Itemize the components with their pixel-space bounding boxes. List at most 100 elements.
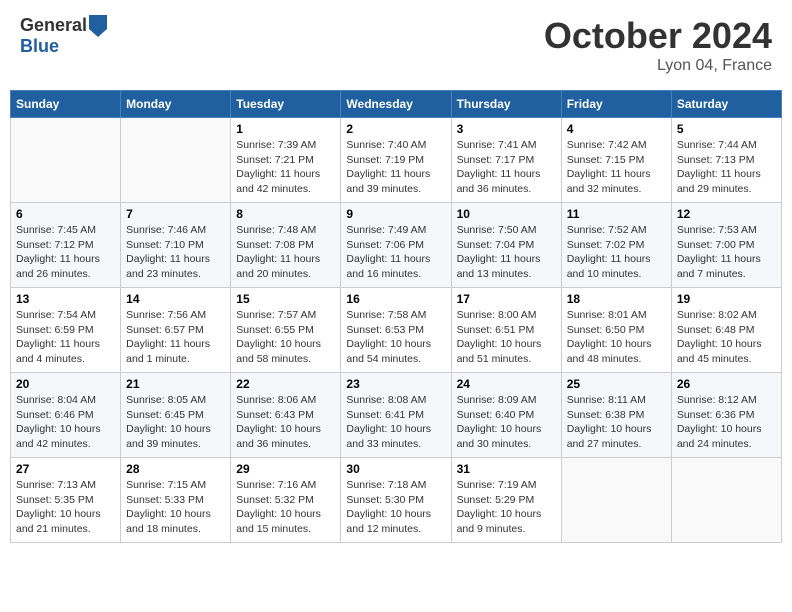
calendar-cell: 19Sunrise: 8:02 AM Sunset: 6:48 PM Dayli… — [671, 288, 781, 373]
calendar-cell: 15Sunrise: 7:57 AM Sunset: 6:55 PM Dayli… — [231, 288, 341, 373]
calendar-cell: 26 Sunrise: 8:12 AM Sunset: 6:36 PM Dayli… — [671, 373, 781, 458]
calendar-table: SundayMondayTuesdayWednesdayThursdayFrid… — [10, 90, 782, 543]
day-info: Sunrise: 7:56 AM Sunset: 6:57 PM Dayligh… — [126, 308, 225, 367]
calendar-cell: 6 Sunrise: 7:45 AM Sunset: 7:12 PM Daylig… — [11, 203, 121, 288]
day-info: Sunrise: 7:41 AM Sunset: 7:17 PM Dayligh… — [457, 138, 556, 197]
calendar-cell — [11, 118, 121, 203]
day-number: 8 — [236, 207, 335, 221]
day-number: 9 — [346, 207, 445, 221]
calendar-cell: 1 Sunrise: 7:39 AM Sunset: 7:21 PM Daylig… — [231, 118, 341, 203]
calendar-cell: 2Sunrise: 7:40 AM Sunset: 7:19 PM Daylig… — [341, 118, 451, 203]
location-subtitle: Lyon 04, France — [544, 57, 772, 75]
page-header: General Blue October 2024 Lyon 04, Franc… — [10, 10, 782, 80]
calendar-cell: 23 Sunrise: 8:08 AM Sunset: 6:41 PM Dayli… — [341, 373, 451, 458]
calendar-cell: 14 Sunrise: 7:56 AM Sunset: 6:57 PM Dayli… — [121, 288, 231, 373]
day-number: 4 — [567, 122, 666, 136]
day-number: 14 — [126, 292, 225, 306]
calendar-cell: 18Sunrise: 8:01 AM Sunset: 6:50 PM Dayli… — [561, 288, 671, 373]
calendar-cell: 31 Sunrise: 7:19 AM Sunset: 5:29 PM Dayli… — [451, 458, 561, 543]
day-info: Sunrise: 7:19 AM Sunset: 5:29 PM Dayligh… — [457, 478, 556, 537]
weekday-header-tuesday: Tuesday — [231, 91, 341, 118]
day-info: Sunrise: 7:53 AM Sunset: 7:00 PM Dayligh… — [677, 223, 776, 282]
calendar-cell: 5Sunrise: 7:44 AM Sunset: 7:13 PM Daylig… — [671, 118, 781, 203]
day-number: 31 — [457, 462, 556, 476]
day-info: Sunrise: 7:15 AM Sunset: 5:33 PM Dayligh… — [126, 478, 225, 537]
day-number: 7 — [126, 207, 225, 221]
calendar-cell — [561, 458, 671, 543]
calendar-cell: 29 Sunrise: 7:16 AM Sunset: 5:32 PM Dayli… — [231, 458, 341, 543]
calendar-cell: 16Sunrise: 7:58 AM Sunset: 6:53 PM Dayli… — [341, 288, 451, 373]
day-number: 22 — [236, 377, 335, 391]
day-number: 15 — [236, 292, 335, 306]
day-info: Sunrise: 8:12 AM Sunset: 6:36 PM Dayligh… — [677, 393, 776, 452]
day-info: Sunrise: 7:18 AM Sunset: 5:30 PM Dayligh… — [346, 478, 445, 537]
day-number: 30 — [346, 462, 445, 476]
week-row-4: 20Sunrise: 8:04 AM Sunset: 6:46 PM Dayli… — [11, 373, 782, 458]
day-info: Sunrise: 7:39 AM Sunset: 7:21 PM Dayligh… — [236, 138, 335, 197]
logo: General Blue — [20, 15, 107, 57]
day-info: Sunrise: 8:00 AM Sunset: 6:51 PM Dayligh… — [457, 308, 556, 367]
week-row-1: 1 Sunrise: 7:39 AM Sunset: 7:21 PM Daylig… — [11, 118, 782, 203]
day-number: 1 — [236, 122, 335, 136]
logo-blue: Blue — [20, 37, 107, 57]
day-number: 5 — [677, 122, 776, 136]
weekday-header-row: SundayMondayTuesdayWednesdayThursdayFrid… — [11, 91, 782, 118]
day-number: 19 — [677, 292, 776, 306]
day-number: 18 — [567, 292, 666, 306]
day-info: Sunrise: 8:09 AM Sunset: 6:40 PM Dayligh… — [457, 393, 556, 452]
day-number: 3 — [457, 122, 556, 136]
weekday-header-wednesday: Wednesday — [341, 91, 451, 118]
day-info: Sunrise: 8:11 AM Sunset: 6:38 PM Dayligh… — [567, 393, 666, 452]
day-info: Sunrise: 7:46 AM Sunset: 7:10 PM Dayligh… — [126, 223, 225, 282]
day-info: Sunrise: 7:49 AM Sunset: 7:06 PM Dayligh… — [346, 223, 445, 282]
logo-general: General — [20, 15, 107, 37]
day-info: Sunrise: 7:45 AM Sunset: 7:12 PM Dayligh… — [16, 223, 115, 282]
weekday-header-saturday: Saturday — [671, 91, 781, 118]
logo-icon — [89, 15, 107, 37]
calendar-cell: 3 Sunrise: 7:41 AM Sunset: 7:17 PM Daylig… — [451, 118, 561, 203]
calendar-cell: 7 Sunrise: 7:46 AM Sunset: 7:10 PM Daylig… — [121, 203, 231, 288]
calendar-cell: 28 Sunrise: 7:15 AM Sunset: 5:33 PM Dayli… — [121, 458, 231, 543]
day-info: Sunrise: 8:06 AM Sunset: 6:43 PM Dayligh… — [236, 393, 335, 452]
day-number: 28 — [126, 462, 225, 476]
day-number: 27 — [16, 462, 115, 476]
day-number: 23 — [346, 377, 445, 391]
day-number: 13 — [16, 292, 115, 306]
day-number: 26 — [677, 377, 776, 391]
calendar-cell: 12Sunrise: 7:53 AM Sunset: 7:00 PM Dayli… — [671, 203, 781, 288]
month-title: October 2024 — [544, 15, 772, 57]
week-row-5: 27 Sunrise: 7:13 AM Sunset: 5:35 PM Dayli… — [11, 458, 782, 543]
day-info: Sunrise: 7:13 AM Sunset: 5:35 PM Dayligh… — [16, 478, 115, 537]
weekday-header-sunday: Sunday — [11, 91, 121, 118]
day-number: 17 — [457, 292, 556, 306]
weekday-header-friday: Friday — [561, 91, 671, 118]
day-info: Sunrise: 7:50 AM Sunset: 7:04 PM Dayligh… — [457, 223, 556, 282]
day-number: 11 — [567, 207, 666, 221]
day-info: Sunrise: 8:04 AM Sunset: 6:46 PM Dayligh… — [16, 393, 115, 452]
calendar-cell: 13Sunrise: 7:54 AM Sunset: 6:59 PM Dayli… — [11, 288, 121, 373]
calendar-cell: 4 Sunrise: 7:42 AM Sunset: 7:15 PM Daylig… — [561, 118, 671, 203]
calendar-cell: 25Sunrise: 8:11 AM Sunset: 6:38 PM Dayli… — [561, 373, 671, 458]
calendar-cell: 27 Sunrise: 7:13 AM Sunset: 5:35 PM Dayli… — [11, 458, 121, 543]
day-info: Sunrise: 7:58 AM Sunset: 6:53 PM Dayligh… — [346, 308, 445, 367]
weekday-header-monday: Monday — [121, 91, 231, 118]
day-number: 2 — [346, 122, 445, 136]
day-number: 29 — [236, 462, 335, 476]
calendar-cell: 11Sunrise: 7:52 AM Sunset: 7:02 PM Dayli… — [561, 203, 671, 288]
calendar-cell — [671, 458, 781, 543]
logo-text: General Blue — [20, 15, 107, 57]
calendar-cell: 9 Sunrise: 7:49 AM Sunset: 7:06 PM Daylig… — [341, 203, 451, 288]
day-info: Sunrise: 7:42 AM Sunset: 7:15 PM Dayligh… — [567, 138, 666, 197]
weekday-header-thursday: Thursday — [451, 91, 561, 118]
day-info: Sunrise: 7:48 AM Sunset: 7:08 PM Dayligh… — [236, 223, 335, 282]
calendar-cell: 8 Sunrise: 7:48 AM Sunset: 7:08 PM Daylig… — [231, 203, 341, 288]
day-number: 21 — [126, 377, 225, 391]
day-info: Sunrise: 8:08 AM Sunset: 6:41 PM Dayligh… — [346, 393, 445, 452]
day-info: Sunrise: 7:16 AM Sunset: 5:32 PM Dayligh… — [236, 478, 335, 537]
day-number: 6 — [16, 207, 115, 221]
calendar-cell: 21Sunrise: 8:05 AM Sunset: 6:45 PM Dayli… — [121, 373, 231, 458]
calendar-cell: 17 Sunrise: 8:00 AM Sunset: 6:51 PM Dayli… — [451, 288, 561, 373]
week-row-3: 13Sunrise: 7:54 AM Sunset: 6:59 PM Dayli… — [11, 288, 782, 373]
title-block: October 2024 Lyon 04, France — [544, 15, 772, 75]
calendar-cell — [121, 118, 231, 203]
